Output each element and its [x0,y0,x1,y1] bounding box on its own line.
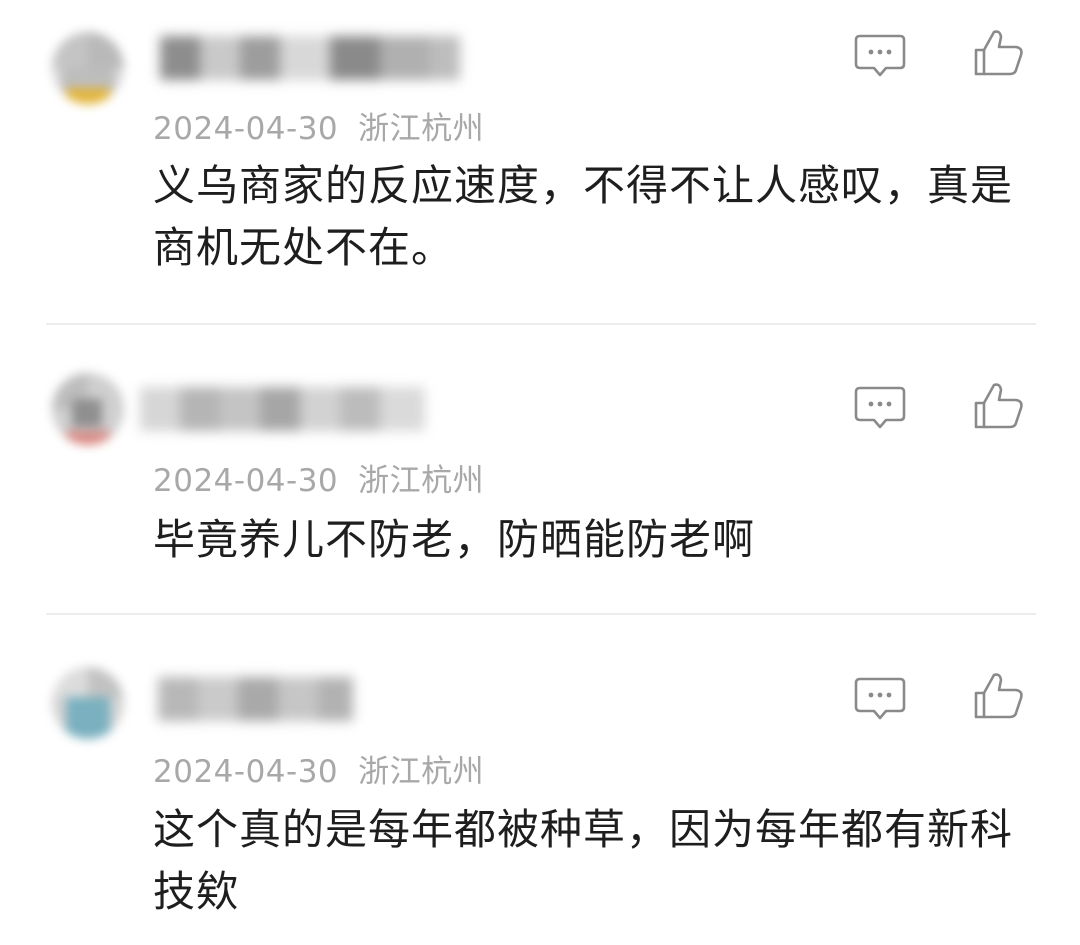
reply-button[interactable] [852,382,908,434]
comment-date: 2024-04-30 [153,754,339,790]
comment-bubble-icon [854,386,906,429]
like-button[interactable] [970,669,1026,721]
comment-date: 2024-04-30 [153,463,339,499]
avatar[interactable] [52,667,124,739]
comment-location: 浙江杭州 [358,754,485,790]
avatar[interactable] [52,32,124,104]
reply-button[interactable] [852,673,908,725]
like-button[interactable] [970,379,1026,431]
avatar[interactable] [52,373,124,445]
comment-item: 2024-04-30 浙江杭州 义乌商家的反应速度，不得不让人感叹，真是商机无处不… [0,0,1080,323]
username[interactable] [140,387,440,431]
thumbs-up-icon [974,383,1023,429]
comment-meta: 2024-04-30 浙江杭州 [153,746,484,791]
comment-location: 浙江杭州 [358,463,485,499]
comment-date: 2024-04-30 [153,111,339,147]
comment-meta: 2024-04-30 浙江杭州 [153,103,484,148]
username[interactable] [140,36,470,80]
username[interactable] [140,677,370,721]
comment-text: 义乌商家的反应速度，不得不让人感叹，真是商机无处不在。 [153,161,1014,272]
comment-item: 2024-04-30 浙江杭州 毕竟养儿不防老，防晒能防老啊 [0,325,1080,613]
comment-item: 2024-04-30 浙江杭州 这个真的是每年都被种草，因为每年都有新科技欸 [0,615,1080,945]
comment-bubble-icon [854,34,906,77]
thumbs-up-icon [974,673,1023,719]
comment-text: 毕竟养儿不防老，防晒能防老啊 [153,515,756,564]
reply-button[interactable] [852,30,908,82]
comment-text: 这个真的是每年都被种草，因为每年都有新科技欸 [153,805,1014,916]
thumbs-up-icon [974,30,1023,76]
comment-meta: 2024-04-30 浙江杭州 [153,455,484,500]
comment-location: 浙江杭州 [358,111,485,147]
comment-bubble-icon [854,677,906,720]
like-button[interactable] [970,26,1026,78]
